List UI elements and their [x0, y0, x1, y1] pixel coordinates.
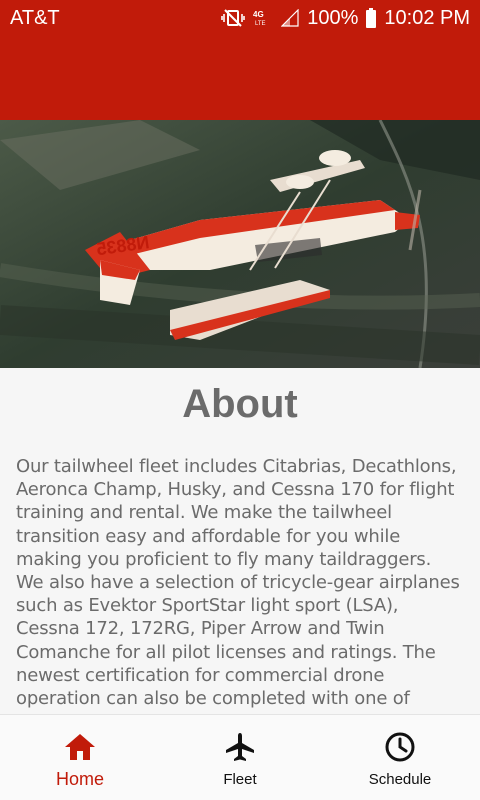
nav-tab-fleet[interactable]: Fleet [160, 715, 320, 800]
battery-percent: 100% [307, 6, 359, 29]
nav-label-home: Home [55, 769, 104, 789]
svg-text:LTE: LTE [255, 21, 266, 27]
page-title: About [182, 382, 298, 426]
nav-label-schedule: Schedule [368, 771, 432, 788]
status-bar: AT&T 4G LTE 100% 10:02 PM [0, 0, 480, 36]
vibrate-icon [221, 9, 246, 27]
status-icons: 4G LTE 100% 10:02 PM [221, 7, 470, 30]
about-body-text: Our tailwheel fleet includes Citabrias, … [16, 456, 460, 710]
clock-icon [384, 731, 416, 763]
nav-tab-home[interactable]: Home [0, 715, 160, 800]
app-bar [0, 36, 480, 120]
lte-icon: 4G LTE [253, 9, 273, 27]
home-icon [64, 731, 96, 763]
about-section: About Our tailwheel fleet includes Citab… [0, 368, 480, 714]
carrier-label: AT&T [10, 6, 60, 29]
signal-icon [281, 9, 299, 27]
hero-image: N8835 [0, 120, 480, 368]
battery-icon [366, 8, 377, 28]
bottom-navigation: Home Fleet Schedule [0, 714, 480, 800]
clock-time: 10:02 PM [384, 6, 470, 29]
svg-text:4G: 4G [253, 10, 264, 19]
nav-tab-schedule[interactable]: Schedule [320, 715, 480, 800]
nav-label-fleet: Fleet [223, 771, 257, 788]
airplane-icon [224, 731, 256, 763]
